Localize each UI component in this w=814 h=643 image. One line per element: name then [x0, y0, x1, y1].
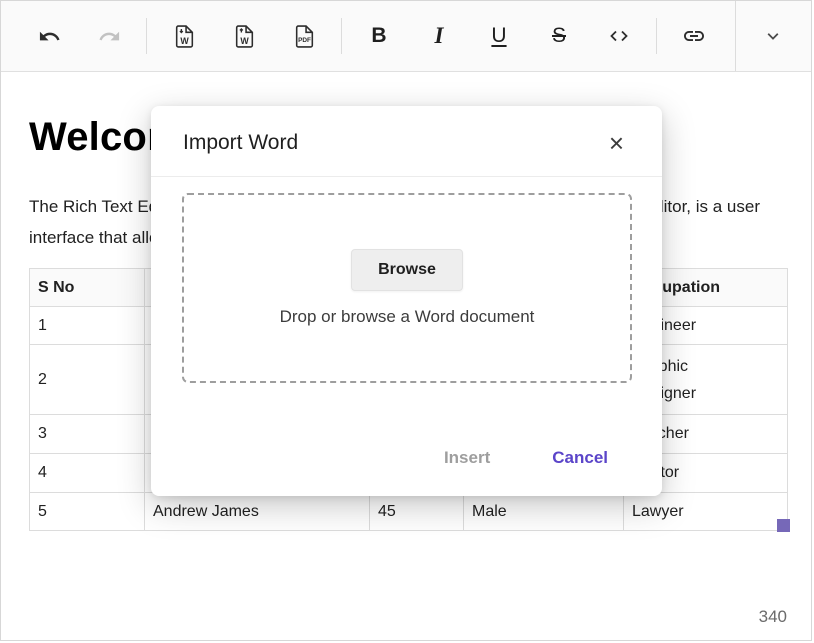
table-cell: 45 [370, 493, 464, 531]
table-cell: Andrew James [145, 493, 370, 531]
cancel-button[interactable]: Cancel [552, 448, 608, 468]
toolbar-separator [146, 18, 147, 54]
dialog-header: Import Word × [151, 106, 662, 177]
export-word-button[interactable]: W [220, 12, 268, 60]
drop-instruction-text: Drop or browse a Word document [280, 307, 535, 327]
table-cell: 5 [30, 493, 145, 531]
character-count: 340 [759, 607, 787, 627]
toolbar-separator [341, 18, 342, 54]
import-word-button[interactable]: W [160, 12, 208, 60]
export-word-icon: W [232, 24, 257, 49]
table-cell: 2 [30, 345, 145, 415]
svg-text:W: W [240, 35, 249, 45]
redo-button[interactable] [85, 12, 133, 60]
toolbar-expand-button[interactable] [749, 12, 797, 60]
bold-button[interactable]: B [355, 12, 403, 60]
toolbar-separator [735, 1, 736, 71]
toolbar: W W PDF B I U S [1, 1, 811, 72]
dialog-footer: Insert Cancel [444, 448, 608, 468]
insert-button[interactable]: Insert [444, 448, 490, 468]
toolbar-separator [656, 18, 657, 54]
undo-button[interactable] [25, 12, 73, 60]
import-word-dialog: Import Word × Browse Drop or browse a Wo… [151, 106, 662, 496]
code-view-icon [607, 24, 631, 48]
rich-text-editor: W W PDF B I U S Welcome to the Rich Text… [0, 0, 812, 641]
browse-button[interactable]: Browse [351, 249, 463, 291]
export-pdf-button[interactable]: PDF [280, 12, 328, 60]
strikethrough-button[interactable]: S [535, 12, 583, 60]
table-cell: 3 [30, 415, 145, 454]
export-pdf-icon: PDF [292, 24, 317, 49]
import-word-icon: W [172, 24, 197, 49]
redo-icon [98, 25, 121, 48]
table-cell: 4 [30, 454, 145, 493]
column-header: S No [30, 269, 145, 307]
code-view-button[interactable] [595, 12, 643, 60]
underline-button[interactable]: U [475, 12, 523, 60]
svg-text:W: W [180, 35, 189, 45]
link-icon [682, 24, 706, 48]
dialog-title: Import Word [183, 131, 298, 155]
table-cell: 1 [30, 307, 145, 345]
italic-button[interactable]: I [415, 12, 463, 60]
table-resize-handle[interactable] [777, 519, 790, 532]
table-cell: Male [464, 493, 624, 531]
table-row: 5 Andrew James 45 Male Lawyer [30, 493, 788, 531]
undo-icon [38, 25, 61, 48]
table-cell: Lawyer [624, 493, 788, 531]
chevron-down-icon [761, 24, 785, 48]
insert-link-button[interactable] [670, 12, 718, 60]
close-icon[interactable]: × [609, 130, 624, 156]
file-dropzone[interactable]: Browse Drop or browse a Word document [182, 193, 632, 383]
svg-text:PDF: PDF [298, 37, 311, 44]
